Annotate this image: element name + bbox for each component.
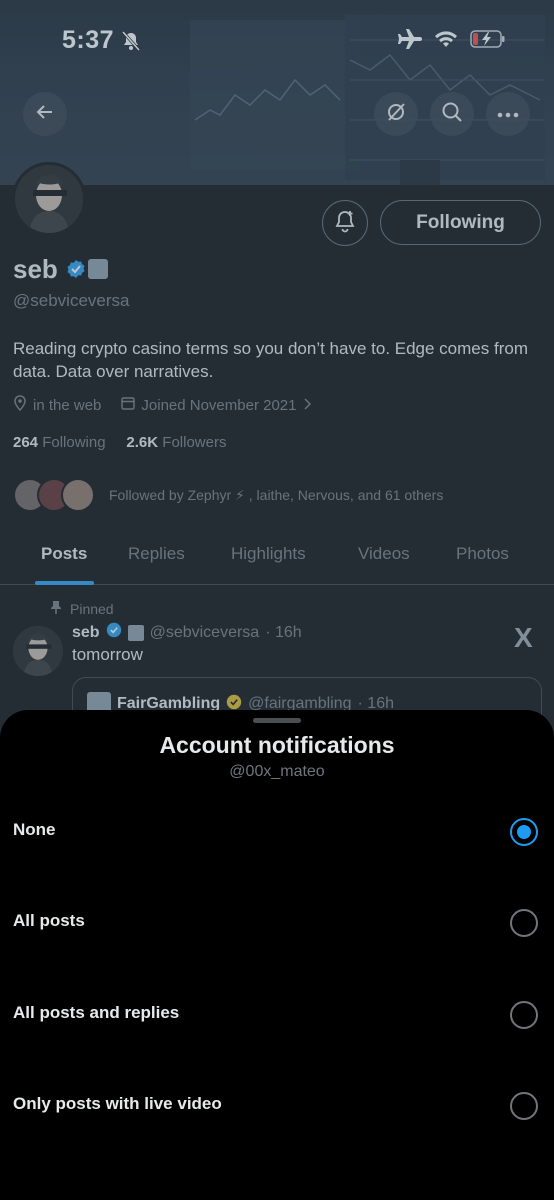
radio-unselected[interactable] xyxy=(510,909,538,937)
option-all-posts[interactable]: All posts xyxy=(0,882,554,962)
radio-unselected[interactable] xyxy=(510,1092,538,1120)
radio-selected[interactable] xyxy=(510,818,538,846)
option-label: Only posts with live video xyxy=(13,1094,222,1113)
option-all-posts-and-replies[interactable]: All posts and replies xyxy=(0,974,554,1054)
sheet-subtitle: @00x_mateo xyxy=(229,763,325,780)
option-live-video[interactable]: Only posts with live video xyxy=(0,1065,554,1145)
option-none[interactable]: None xyxy=(0,791,554,871)
account-notifications-sheet: Account notifications @00x_mateo None Al… xyxy=(0,710,554,1200)
sheet-title: Account notifications xyxy=(159,732,395,758)
option-label: All posts xyxy=(13,911,85,930)
sheet-drag-handle[interactable] xyxy=(253,718,301,723)
radio-unselected[interactable] xyxy=(510,1001,538,1029)
option-label: All posts and replies xyxy=(13,1003,180,1022)
option-label: None xyxy=(13,820,56,839)
